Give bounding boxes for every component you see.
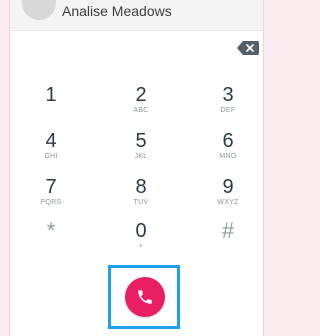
key-hash-digit: # (221, 218, 235, 243)
key-3[interactable]: 3 DEF (196, 84, 260, 122)
key-2[interactable]: 2 ABC (109, 84, 173, 122)
backspace-icon (237, 41, 259, 55)
key-6[interactable]: 6 MNO (196, 130, 260, 168)
key-2-letters: ABC (133, 107, 149, 114)
key-9-digit: 9 (222, 176, 234, 198)
key-1[interactable]: 1 (19, 84, 83, 122)
key-star-letters (19, 243, 83, 252)
contact-header[interactable]: Analise Meadows (10, 0, 263, 31)
key-1-digit: 1 (45, 84, 57, 106)
key-5[interactable]: 5 JKL (109, 130, 173, 168)
key-star[interactable]: * (19, 220, 83, 258)
key-8-digit: 8 (135, 176, 147, 198)
key-hash-letters (196, 243, 260, 252)
key-9-letters: WXYZ (217, 199, 239, 206)
backspace-button[interactable] (237, 41, 259, 55)
key-3-letters: DEF (220, 107, 236, 114)
phone-number-field[interactable] (10, 31, 263, 71)
key-0[interactable]: 0 + (109, 220, 173, 258)
key-8-letters: TUV (133, 199, 149, 206)
key-4[interactable]: 4 GHI (19, 130, 83, 168)
key-9[interactable]: 9 WXYZ (196, 176, 260, 214)
key-5-letters: JKL (134, 153, 148, 160)
phone-icon (138, 290, 152, 304)
key-8[interactable]: 8 TUV (109, 176, 173, 214)
key-0-digit: 0 (135, 220, 147, 242)
key-4-letters: GHI (44, 153, 58, 160)
key-7-digit: 7 (45, 176, 57, 198)
dialer-panel: Analise Meadows 1 2 ABC 3 DEF 4 GHI 5 JK… (9, 0, 264, 336)
key-7[interactable]: 7 PQRS (19, 176, 83, 214)
call-button[interactable] (125, 277, 165, 317)
avatar (22, 0, 56, 20)
contact-name: Analise Meadows (62, 3, 172, 19)
key-6-digit: 6 (222, 130, 234, 152)
key-star-digit: * (46, 218, 56, 243)
key-1-letters (19, 107, 83, 116)
key-0-letters: + (138, 243, 144, 250)
key-3-digit: 3 (222, 84, 234, 106)
key-6-letters: MNO (219, 153, 237, 160)
key-7-letters: PQRS (40, 199, 62, 206)
key-hash[interactable]: # (196, 220, 260, 258)
key-5-digit: 5 (135, 130, 147, 152)
key-4-digit: 4 (45, 130, 57, 152)
key-2-digit: 2 (135, 84, 147, 106)
